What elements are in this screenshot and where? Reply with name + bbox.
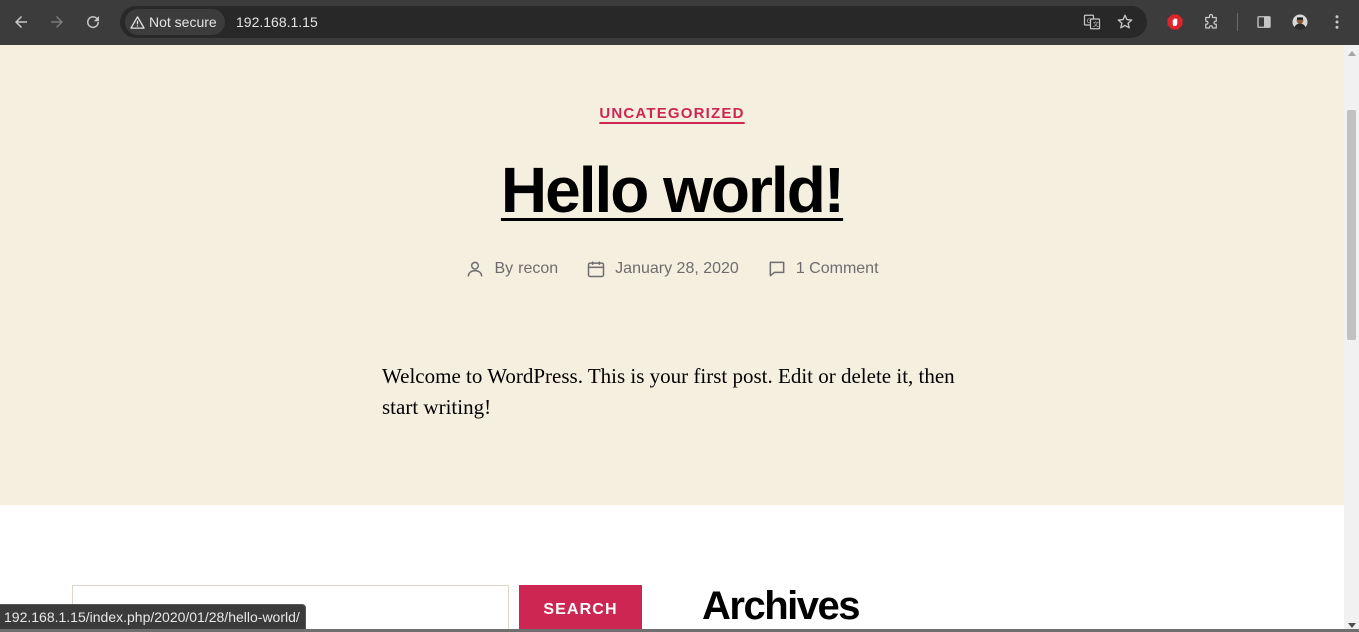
post-comments: 1 Comment	[767, 259, 879, 279]
post-author: By recon	[465, 259, 558, 279]
security-label: Not secure	[149, 14, 217, 30]
post-category: UNCATEGORIZED	[0, 105, 1344, 123]
svg-text:G: G	[1087, 18, 1092, 25]
extensions-icon[interactable]	[1198, 9, 1224, 35]
side-panel-icon[interactable]	[1251, 9, 1277, 35]
post-header: UNCATEGORIZED Hello world! By recon Janu…	[0, 45, 1344, 505]
scrollbar[interactable]	[1344, 45, 1359, 632]
status-bar: 192.168.1.15/index.php/2020/01/28/hello-…	[0, 604, 306, 629]
warning-icon	[130, 15, 145, 29]
post-content: Welcome to WordPress. This is your first…	[382, 364, 955, 419]
url-text[interactable]: 192.168.1.15	[236, 14, 318, 30]
date-link[interactable]: January 28, 2020	[615, 260, 739, 278]
adblock-icon[interactable]	[1162, 9, 1188, 35]
reload-icon[interactable]	[80, 9, 106, 35]
post-meta: By recon January 28, 2020 1 Comment	[0, 259, 1344, 279]
star-icon[interactable]	[1115, 12, 1135, 32]
scroll-thumb[interactable]	[1347, 110, 1356, 340]
address-bar[interactable]: Not secure 192.168.1.15 G文	[120, 6, 1147, 38]
person-icon	[468, 261, 483, 277]
comments-link[interactable]: 1 Comment	[796, 260, 879, 278]
author-prefix: By	[494, 260, 514, 277]
forward-icon[interactable]	[44, 9, 70, 35]
post-title: Hello world!	[0, 153, 1344, 227]
post-date: January 28, 2020	[586, 259, 739, 279]
menu-icon[interactable]	[1324, 9, 1350, 35]
svg-text:文: 文	[1093, 21, 1099, 29]
back-icon[interactable]	[8, 9, 34, 35]
scroll-up-icon[interactable]	[1348, 51, 1356, 56]
translate-icon[interactable]: G文	[1082, 12, 1102, 32]
search-button[interactable]: SEARCH	[519, 585, 642, 632]
post-title-link[interactable]: Hello world!	[501, 154, 845, 226]
calendar-icon	[587, 261, 605, 278]
scroll-down-icon[interactable]	[1348, 623, 1356, 628]
author-link[interactable]: recon	[518, 260, 558, 278]
profile-avatar[interactable]	[1287, 9, 1313, 35]
toolbar-divider	[1237, 13, 1238, 31]
page-viewport: UNCATEGORIZED Hello world! By recon Janu…	[0, 45, 1344, 632]
security-chip[interactable]: Not secure	[125, 9, 225, 35]
browser-toolbar: Not secure 192.168.1.15 G文	[0, 0, 1359, 45]
archives-heading: Archives	[702, 584, 860, 628]
category-link[interactable]: UNCATEGORIZED	[599, 105, 744, 122]
comment-icon	[769, 261, 785, 277]
